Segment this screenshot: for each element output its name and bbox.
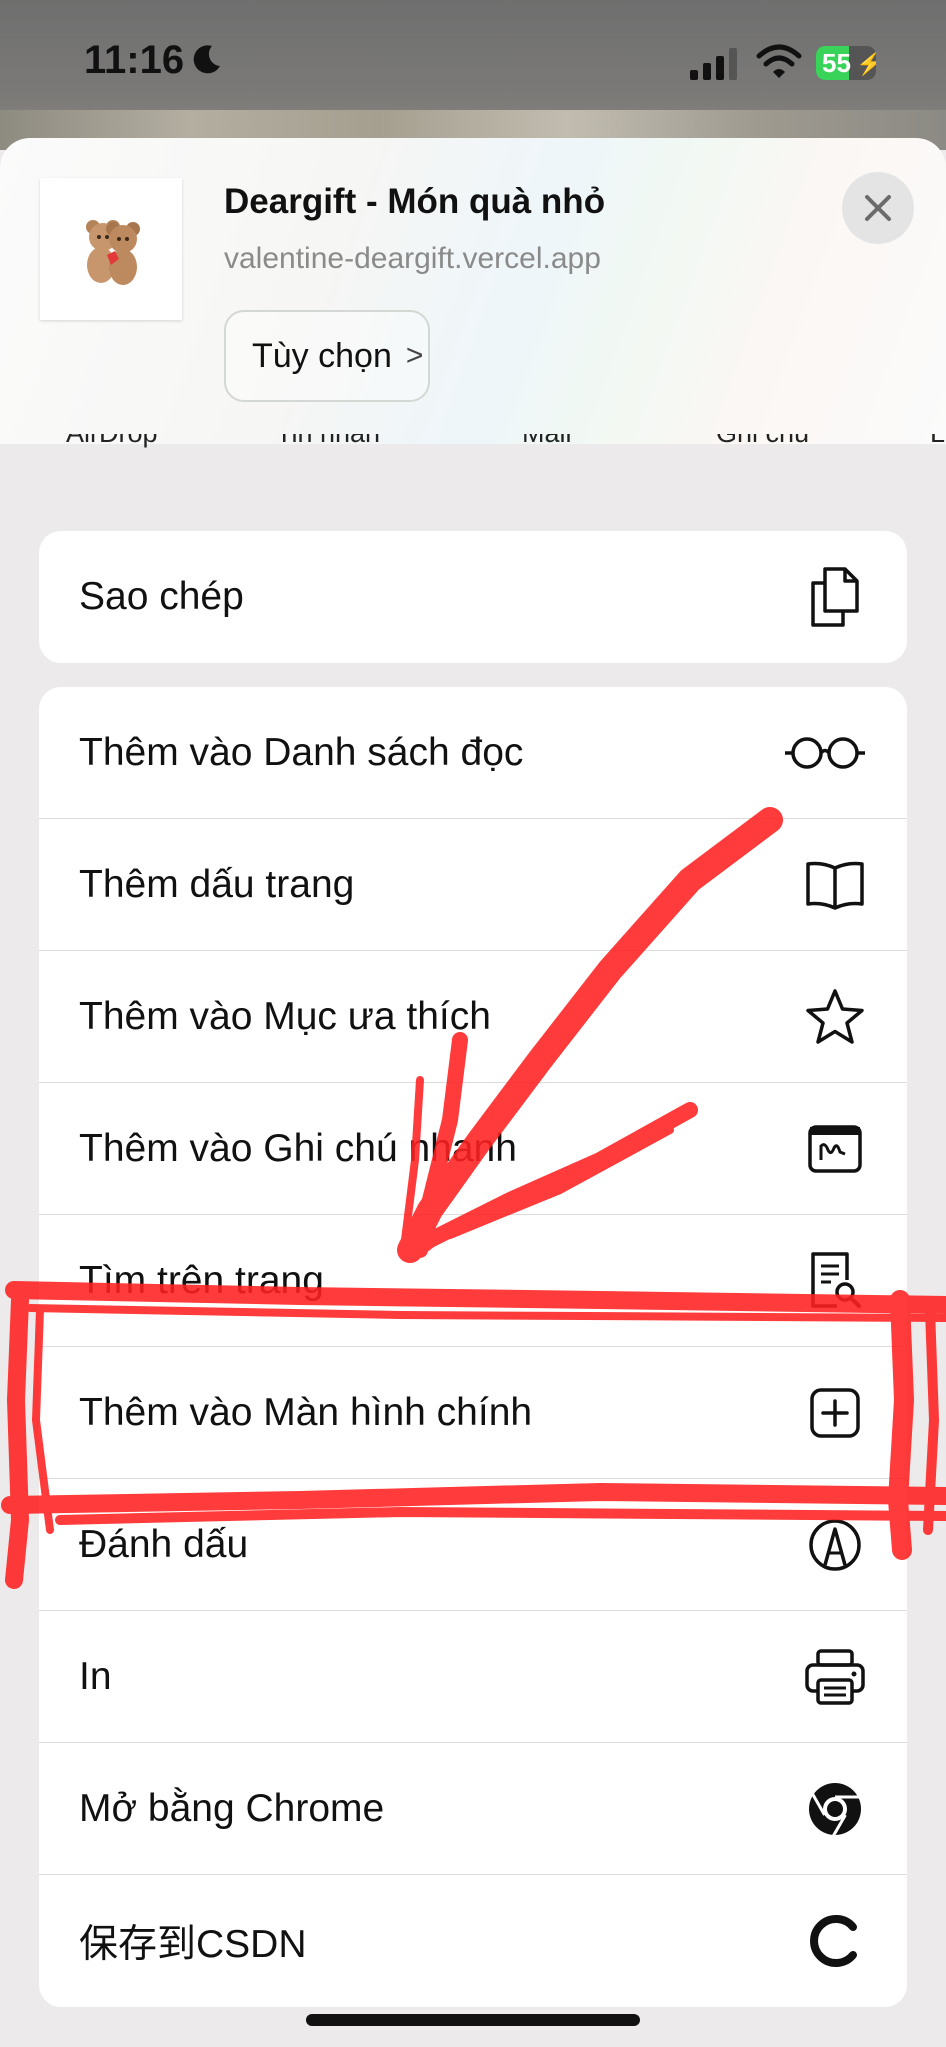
box-right-edge-stroke	[923, 1305, 939, 1535]
action-row-reading-list[interactable]: Thêm vào Danh sách đọc	[39, 687, 907, 819]
moon-icon	[193, 45, 220, 74]
site-thumbnail	[40, 178, 182, 320]
close-icon	[865, 195, 891, 221]
action-label: Sao chép	[79, 575, 244, 618]
site-url: valentine-deargift.vercel.app	[224, 242, 601, 275]
wifi-icon	[756, 44, 802, 78]
battery-percentage: 55	[822, 48, 851, 78]
book-icon	[803, 853, 867, 917]
charging-bolt-icon: ⚡	[856, 51, 876, 76]
copy-icon	[803, 565, 867, 629]
app-label-messages[interactable]: Tin nhắn	[276, 434, 380, 449]
status-bar: 11:16 55 ⚡	[0, 0, 946, 150]
action-row-markup[interactable]: Đánh dấu	[39, 1479, 907, 1611]
markup-icon	[803, 1513, 867, 1577]
action-label: Thêm dấu trang	[79, 862, 355, 906]
action-row-bookmark[interactable]: Thêm dấu trang	[39, 819, 907, 951]
action-label: Thêm vào Danh sách đọc	[79, 730, 524, 774]
action-label: 保存到CSDN	[79, 1923, 307, 1966]
bear-couple-image	[86, 220, 140, 285]
action-row-open-in-chrome[interactable]: Mở bằng Chrome	[39, 1743, 907, 1875]
add-square-icon	[803, 1381, 867, 1445]
action-row-favorites[interactable]: Thêm vào Mục ưa thích	[39, 951, 907, 1083]
battery-charging-icon: 55 ⚡	[816, 46, 876, 80]
action-row-add-to-home-screen[interactable]: Thêm vào Màn hình chính	[39, 1347, 907, 1479]
chrome-icon	[803, 1777, 867, 1841]
action-label: Thêm vào Màn hình chính	[79, 1390, 533, 1434]
glasses-icon	[783, 721, 867, 785]
star-icon	[803, 985, 867, 1049]
options-label: Tùy chọn	[252, 336, 392, 375]
action-row-save-to-csdn[interactable]: 保存到CSDN	[39, 1875, 907, 2007]
share-sheet-header: Deargift - Món quà nhỏ valentine-deargif…	[0, 138, 946, 444]
action-label: Tìm trên trang	[79, 1258, 324, 1302]
printer-icon	[803, 1645, 867, 1709]
csdn-icon	[803, 1909, 867, 1973]
quick-note-icon	[803, 1117, 867, 1181]
action-label: Mở bằng Chrome	[79, 1786, 385, 1830]
app-label-airdrop[interactable]: AirDrop	[66, 434, 158, 449]
find-on-page-icon	[803, 1249, 867, 1313]
action-row-quick-note[interactable]: Thêm vào Ghi chú nhanh	[39, 1083, 907, 1215]
action-label: In	[79, 1654, 112, 1698]
app-label-more[interactable]: L	[930, 434, 945, 449]
app-row: AirDrop Tin nhắn Mail Ghi chú L	[0, 434, 946, 464]
action-group-copy: Sao chép	[39, 531, 907, 663]
options-button[interactable]: Tùy chọn >	[224, 310, 430, 402]
close-button[interactable]	[842, 172, 914, 244]
action-label: Thêm vào Mục ưa thích	[79, 994, 491, 1038]
cellular-signal-icon	[690, 48, 737, 80]
action-row-copy[interactable]: Sao chép	[39, 531, 907, 663]
chevron-right-icon: >	[405, 339, 424, 372]
home-indicator[interactable]	[306, 2014, 640, 2026]
box-left-edge	[5, 1291, 29, 1589]
action-group-main: Thêm vào Danh sách đọc Thêm dấu trang Th…	[39, 687, 907, 2007]
action-label: Đánh dấu	[79, 1522, 249, 1566]
action-row-find-on-page[interactable]: Tìm trên trang	[39, 1215, 907, 1347]
action-label: Thêm vào Ghi chú nhanh	[79, 1126, 517, 1170]
app-label-notes[interactable]: Ghi chú	[716, 434, 809, 449]
action-row-print[interactable]: In	[39, 1611, 907, 1743]
site-title: Deargift - Món quà nhỏ	[224, 182, 606, 221]
status-time: 11:16	[84, 38, 185, 82]
app-label-mail[interactable]: Mail	[522, 434, 572, 449]
